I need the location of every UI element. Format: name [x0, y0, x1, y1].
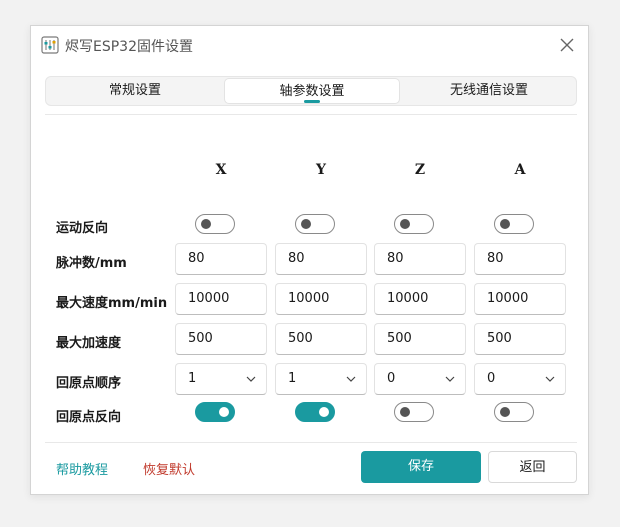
active-tab-indicator: [304, 100, 320, 103]
pulses-input-z[interactable]: 80: [374, 243, 466, 275]
homing-order-select-a[interactable]: 0: [474, 363, 566, 395]
chevron-down-icon: [545, 376, 555, 382]
tab-bar: 常规设置 轴参数设置 无线通信设置: [45, 76, 577, 106]
toggle-knob: [500, 219, 510, 229]
homing-order-value-a: 0: [487, 371, 496, 386]
motion-reverse-toggle-z[interactable]: [394, 214, 434, 234]
pulses-input-a[interactable]: 80: [474, 243, 566, 275]
motion-reverse-toggle-a[interactable]: [494, 214, 534, 234]
homing-order-select-y[interactable]: 1: [275, 363, 367, 395]
max-speed-input-x[interactable]: 10000: [175, 283, 267, 315]
toggle-knob: [301, 219, 311, 229]
max-accel-input-x[interactable]: 500: [175, 323, 267, 355]
homing-reverse-toggle-x[interactable]: [195, 402, 235, 422]
max-speed-input-z[interactable]: 10000: [374, 283, 466, 315]
max-accel-input-z[interactable]: 500: [374, 323, 466, 355]
tab-divider: [45, 114, 577, 115]
chevron-down-icon: [445, 376, 455, 382]
axis-header-x: X: [215, 162, 227, 178]
motion-reverse-label: 运动反向: [56, 221, 109, 236]
homing-order-select-x[interactable]: 1: [175, 363, 267, 395]
tab-general[interactable]: 常规设置: [47, 78, 223, 104]
homing-order-value-z: 0: [387, 371, 396, 386]
axis-header-y: Y: [316, 162, 326, 178]
toggle-knob: [400, 219, 410, 229]
chevron-down-icon: [346, 376, 356, 382]
footer-divider: [45, 442, 577, 443]
axis-header-a: A: [514, 162, 526, 178]
max-speed-input-y[interactable]: 10000: [275, 283, 367, 315]
max-speed-input-a[interactable]: 10000: [474, 283, 566, 315]
homing-reverse-toggle-y[interactable]: [295, 402, 335, 422]
toggle-knob: [219, 407, 229, 417]
toggle-knob: [319, 407, 329, 417]
homing-reverse-toggle-z[interactable]: [394, 402, 434, 422]
motion-reverse-toggle-y[interactable]: [295, 214, 335, 234]
chevron-down-icon: [246, 376, 256, 382]
homing-reverse-toggle-a[interactable]: [494, 402, 534, 422]
back-button[interactable]: 返回: [488, 451, 577, 483]
window-title: 烬写ESP32固件设置: [65, 39, 193, 55]
homing-order-value-x: 1: [188, 371, 197, 386]
tab-wireless-label: 无线通信设置: [449, 83, 528, 98]
homing-reverse-label: 回原点反向: [56, 410, 122, 425]
pulses-input-y[interactable]: 80: [275, 243, 367, 275]
homing-order-select-z[interactable]: 0: [374, 363, 466, 395]
reset-defaults-link[interactable]: 恢复默认: [143, 459, 195, 478]
max-accel-input-a[interactable]: 500: [474, 323, 566, 355]
max-speed-label: 最大速度mm/min: [56, 296, 168, 311]
tab-axis-params-label: 轴参数设置: [279, 84, 345, 99]
tab-wireless[interactable]: 无线通信设置: [401, 78, 577, 104]
motion-reverse-toggle-x[interactable]: [195, 214, 235, 234]
firmware-settings-dialog: 烬写ESP32固件设置 常规设置 轴参数设置 无线通信设置 X Y Z A 运动…: [30, 25, 589, 495]
pulses-input-x[interactable]: 80: [175, 243, 267, 275]
help-link[interactable]: 帮助教程: [56, 459, 108, 478]
homing-order-label: 回原点顺序: [56, 376, 122, 391]
app-settings-icon: [41, 36, 59, 54]
save-button[interactable]: 保存: [361, 451, 481, 483]
max-accel-label: 最大加速度: [56, 336, 122, 351]
close-icon[interactable]: [558, 36, 576, 54]
toggle-knob: [201, 219, 211, 229]
toggle-knob: [500, 407, 510, 417]
pulses-label: 脉冲数/mm: [56, 256, 127, 271]
homing-order-value-y: 1: [288, 371, 297, 386]
max-accel-input-y[interactable]: 500: [275, 323, 367, 355]
toggle-knob: [400, 407, 410, 417]
tab-axis-params[interactable]: 轴参数设置: [224, 78, 400, 104]
axis-header-z: Z: [414, 162, 426, 178]
title-bar: 烬写ESP32固件设置: [31, 26, 588, 64]
tab-general-label: 常规设置: [108, 83, 161, 98]
